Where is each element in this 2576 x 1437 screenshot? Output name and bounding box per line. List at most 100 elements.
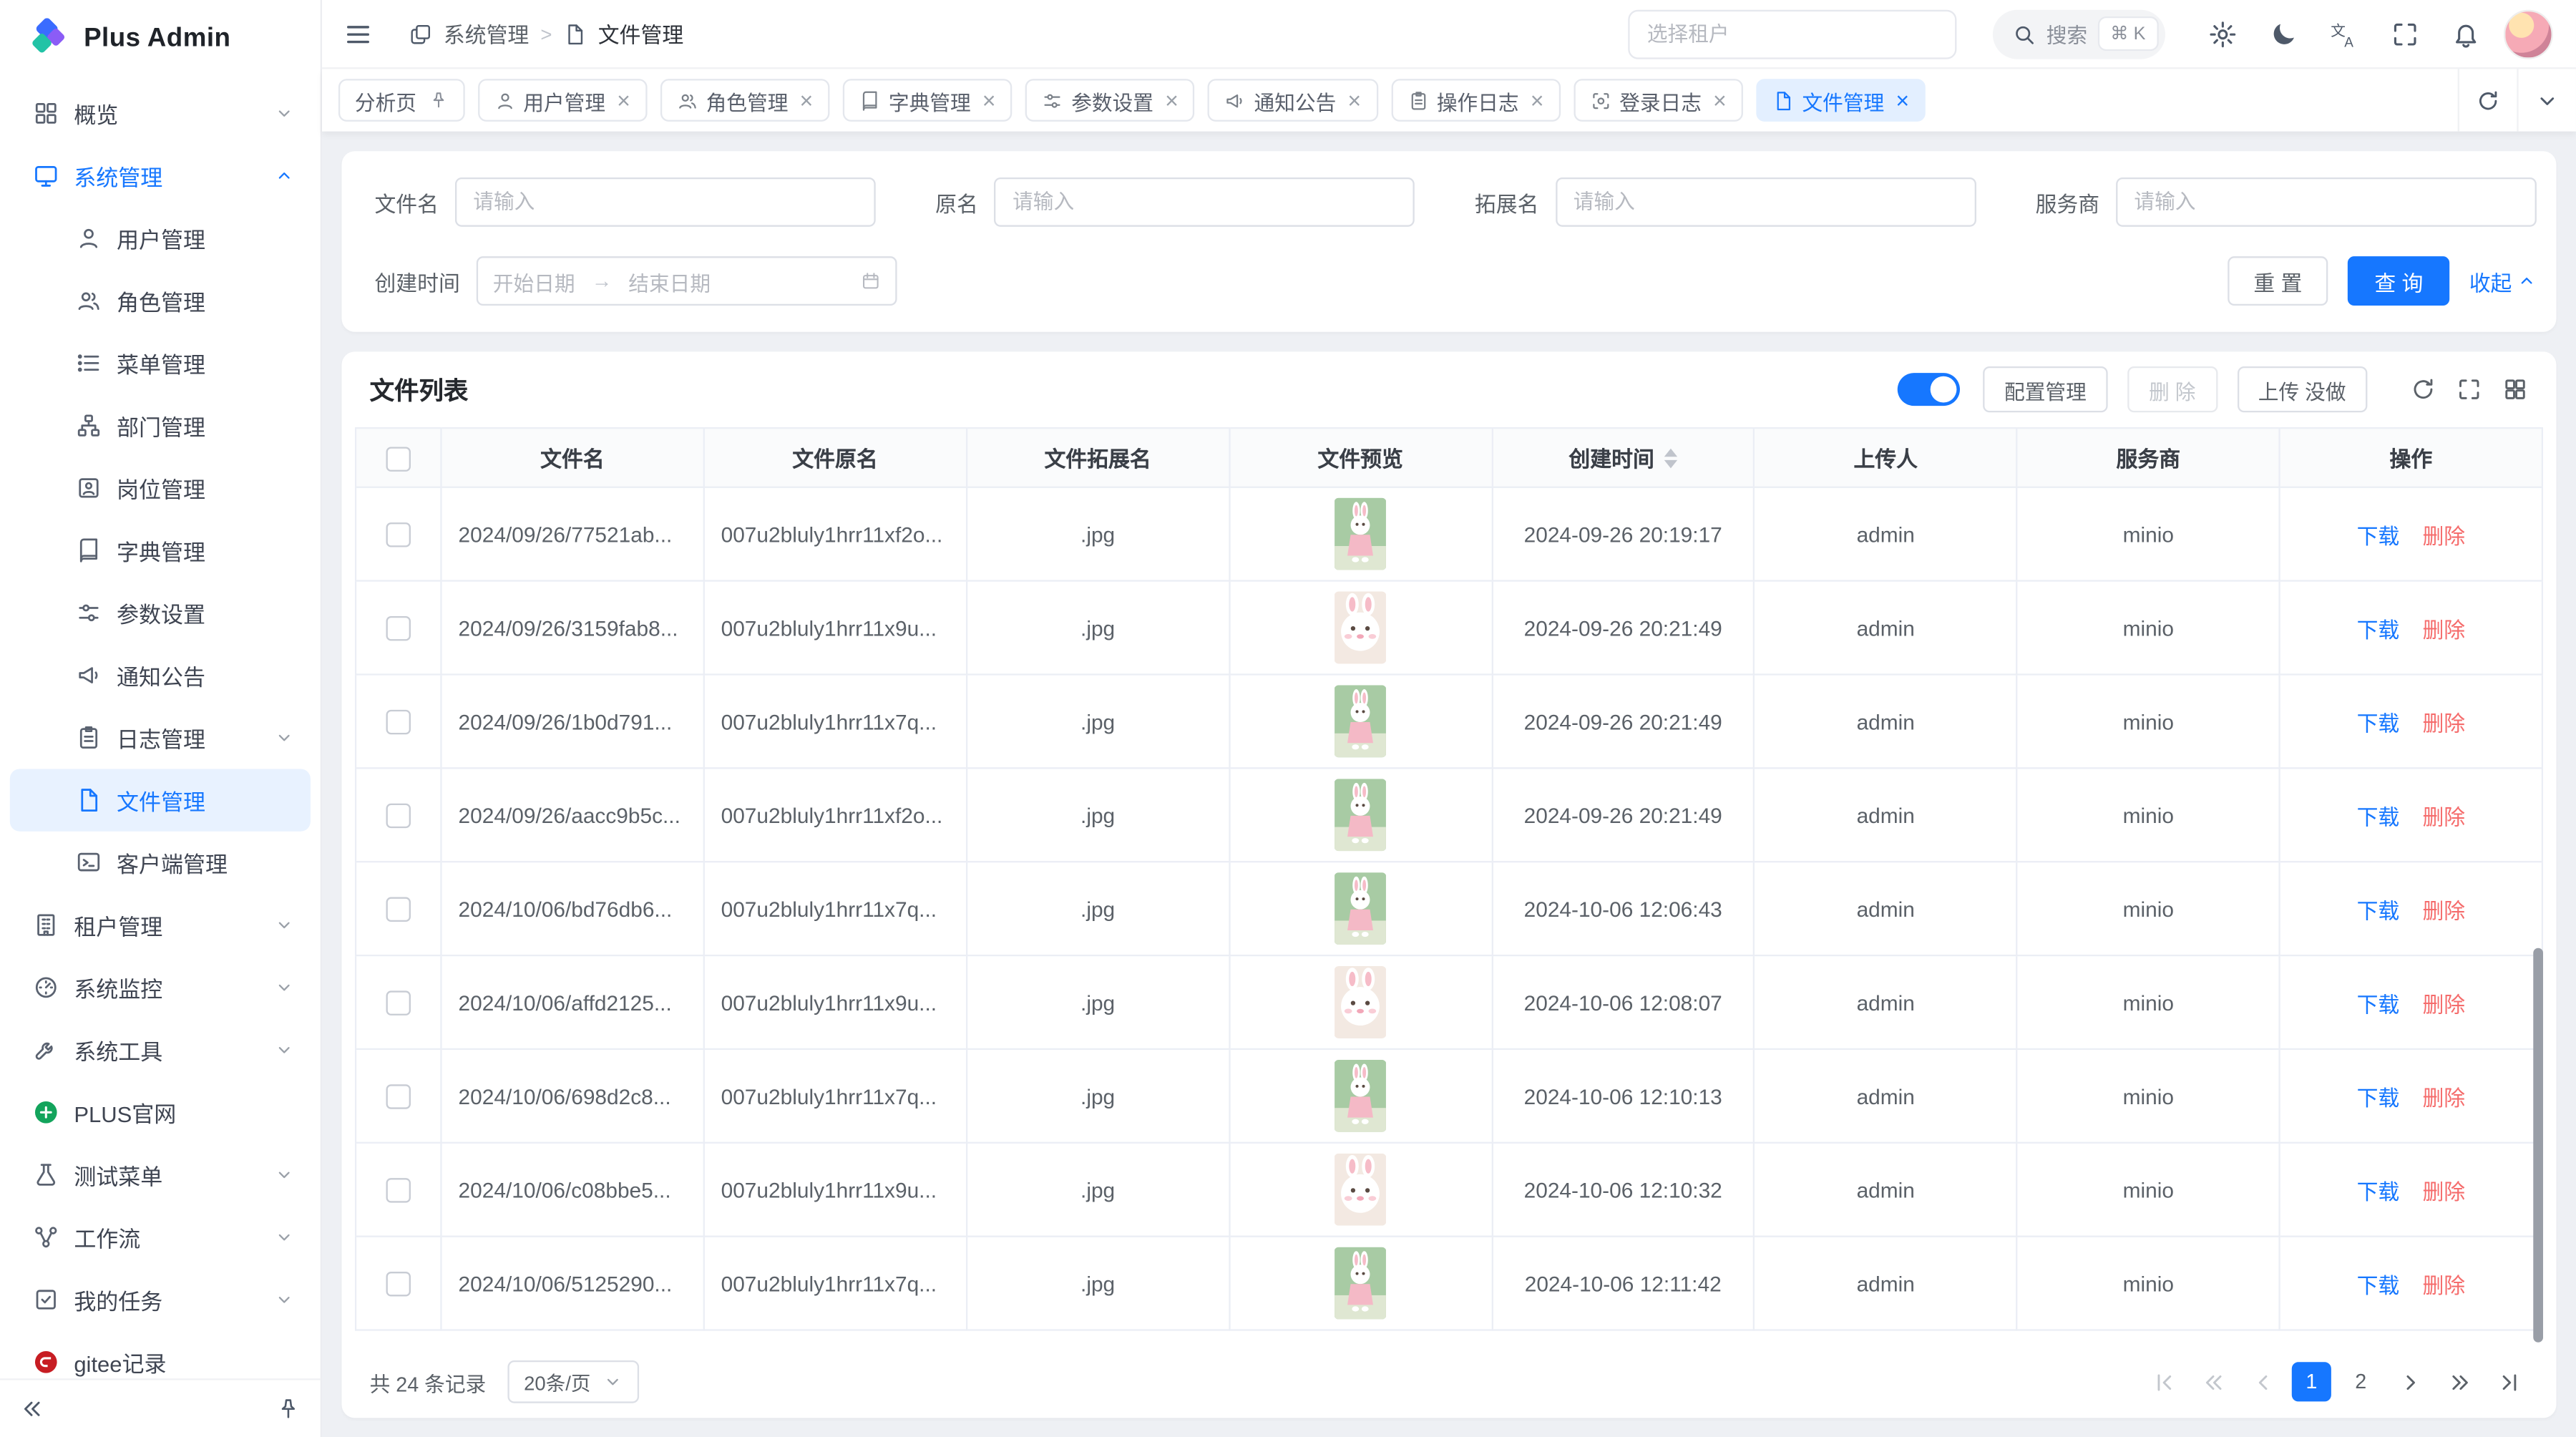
download-link[interactable]: 下载 (2357, 1085, 2400, 1109)
collapse-filters-link[interactable]: 收起 (2469, 266, 2537, 297)
file-preview-thumbnail[interactable] (1334, 872, 1386, 945)
sort-icon[interactable] (1664, 448, 1677, 468)
delete-link[interactable]: 删除 (2422, 523, 2465, 547)
sidebar-item-workflow[interactable]: 工作流 (10, 1206, 311, 1268)
file-preview-thumbnail[interactable] (1334, 966, 1386, 1038)
sidebar-toggle-button[interactable] (343, 19, 373, 48)
delete-link[interactable]: 删除 (2422, 804, 2465, 829)
download-link[interactable]: 下载 (2357, 898, 2400, 922)
close-tab-icon[interactable]: × (617, 89, 630, 112)
delete-link[interactable]: 删除 (2422, 1179, 2465, 1203)
file-preview-thumbnail[interactable] (1334, 592, 1386, 664)
collapse-sidebar-button[interactable] (20, 1397, 44, 1421)
close-tab-icon[interactable]: × (1531, 89, 1544, 112)
sidebar-item-gitee-log[interactable]: gitee记录 (10, 1331, 311, 1379)
download-link[interactable]: 下载 (2357, 1272, 2400, 1297)
refresh-list-button[interactable] (2410, 376, 2436, 403)
prev-page-button[interactable] (2243, 1362, 2282, 1401)
translate-icon[interactable]: 文A (2330, 19, 2359, 48)
tab-user-manage[interactable]: 用户管理× (477, 79, 647, 122)
filter-input-ext-name[interactable] (1555, 177, 1976, 227)
sidebar-item-user-manage[interactable]: 用户管理 (10, 207, 311, 269)
delete-button[interactable]: 删 除 (2127, 366, 2217, 412)
sidebar-item-role-manage[interactable]: 角色管理 (10, 270, 311, 332)
notifications-icon[interactable] (2451, 19, 2480, 48)
close-tab-icon[interactable]: × (799, 89, 813, 112)
dark-mode-icon[interactable] (2269, 19, 2298, 48)
row-checkbox[interactable] (386, 990, 411, 1015)
delete-link[interactable]: 删除 (2422, 1085, 2465, 1109)
breadcrumb-section[interactable]: 系统管理 (444, 18, 529, 49)
row-checkbox[interactable] (386, 616, 411, 640)
tenant-select-input[interactable] (1627, 9, 1956, 59)
sidebar-item-system-manage[interactable]: 系统管理 (10, 145, 311, 207)
download-link[interactable]: 下载 (2357, 523, 2400, 547)
page-button-2[interactable]: 2 (2341, 1362, 2381, 1401)
download-link[interactable]: 下载 (2357, 711, 2400, 735)
pin-sidebar-icon[interactable] (276, 1397, 301, 1421)
tab-options-button[interactable] (2517, 69, 2576, 131)
sidebar-item-my-tasks[interactable]: 我的任务 (10, 1268, 311, 1330)
tab-login-log[interactable]: 登录日志× (1574, 79, 1743, 122)
tab-dict-manage[interactable]: 字典管理× (843, 79, 1013, 122)
config-manage-button[interactable]: 配置管理 (1983, 366, 2108, 412)
filter-input-file-name[interactable] (455, 177, 876, 227)
delete-link[interactable]: 删除 (2422, 711, 2465, 735)
settings-icon[interactable] (2208, 19, 2238, 48)
next-page-button[interactable] (2391, 1362, 2430, 1401)
file-preview-thumbnail[interactable] (1334, 1154, 1386, 1226)
global-search[interactable]: 搜索 ⌘ K (1992, 9, 2165, 59)
user-avatar[interactable] (2504, 9, 2553, 59)
sidebar-item-dict-manage[interactable]: 字典管理 (10, 520, 311, 582)
close-tab-icon[interactable]: × (1347, 89, 1361, 112)
delete-link[interactable]: 删除 (2422, 992, 2465, 1016)
row-checkbox[interactable] (386, 804, 411, 828)
delete-link[interactable]: 删除 (2422, 1272, 2465, 1297)
row-checkbox[interactable] (386, 1178, 411, 1202)
row-checkbox[interactable] (386, 1272, 411, 1296)
sidebar-item-menu-manage[interactable]: 菜单管理 (10, 332, 311, 394)
download-link[interactable]: 下载 (2357, 1179, 2400, 1203)
tab-analysis[interactable]: 分析页 (338, 79, 464, 122)
pin-icon[interactable] (428, 90, 448, 110)
upload-button[interactable]: 上传 没做 (2237, 366, 2367, 412)
page-button-1[interactable]: 1 (2292, 1362, 2331, 1401)
prev-5-pages-button[interactable] (2193, 1362, 2233, 1401)
app-logo[interactable]: Plus Admin (0, 0, 321, 79)
file-preview-thumbnail[interactable] (1334, 779, 1386, 851)
filter-input-original-name[interactable] (995, 177, 1415, 227)
row-checkbox[interactable] (386, 897, 411, 922)
refresh-tab-button[interactable] (2458, 69, 2517, 131)
sidebar-item-system-tools[interactable]: 系统工具 (10, 1018, 311, 1081)
reset-button[interactable]: 重 置 (2228, 256, 2328, 306)
download-link[interactable]: 下载 (2357, 992, 2400, 1016)
query-button[interactable]: 查 询 (2348, 256, 2449, 306)
expand-table-button[interactable] (2456, 376, 2482, 403)
sidebar-item-log-manage[interactable]: 日志管理 (10, 706, 311, 769)
download-link[interactable]: 下载 (2357, 804, 2400, 829)
sidebar-item-plus-site[interactable]: PLUS官网 (10, 1081, 311, 1144)
close-tab-icon[interactable]: × (1896, 89, 1909, 112)
row-checkbox[interactable] (386, 522, 411, 547)
next-5-pages-button[interactable] (2439, 1362, 2479, 1401)
sidebar-item-post-manage[interactable]: 岗位管理 (10, 457, 311, 519)
last-page-button[interactable] (2489, 1362, 2528, 1401)
close-tab-icon[interactable]: × (1713, 89, 1727, 112)
filter-input-provider[interactable] (2116, 177, 2537, 227)
file-preview-thumbnail[interactable] (1334, 1247, 1386, 1320)
file-preview-thumbnail[interactable] (1334, 498, 1386, 570)
toggle-switch[interactable] (1898, 373, 1960, 406)
breadcrumb-page[interactable]: 文件管理 (598, 18, 683, 49)
tab-file-manage[interactable]: 文件管理× (1756, 79, 1926, 122)
sidebar-item-file-manage[interactable]: 文件管理 (10, 769, 311, 831)
delete-link[interactable]: 删除 (2422, 617, 2465, 641)
select-all-checkbox[interactable] (386, 446, 411, 470)
date-range-input[interactable]: 开始日期 → 结束日期 (477, 256, 897, 306)
sidebar-item-system-monitor[interactable]: 系统监控 (10, 956, 311, 1018)
sidebar-item-tenant-manage[interactable]: 租户管理 (10, 894, 311, 956)
row-checkbox[interactable] (386, 1084, 411, 1109)
table-scrollbar[interactable] (2533, 948, 2543, 1343)
download-link[interactable]: 下载 (2357, 617, 2400, 641)
tab-role-manage[interactable]: 角色管理× (660, 79, 829, 122)
file-preview-thumbnail[interactable] (1334, 685, 1386, 757)
